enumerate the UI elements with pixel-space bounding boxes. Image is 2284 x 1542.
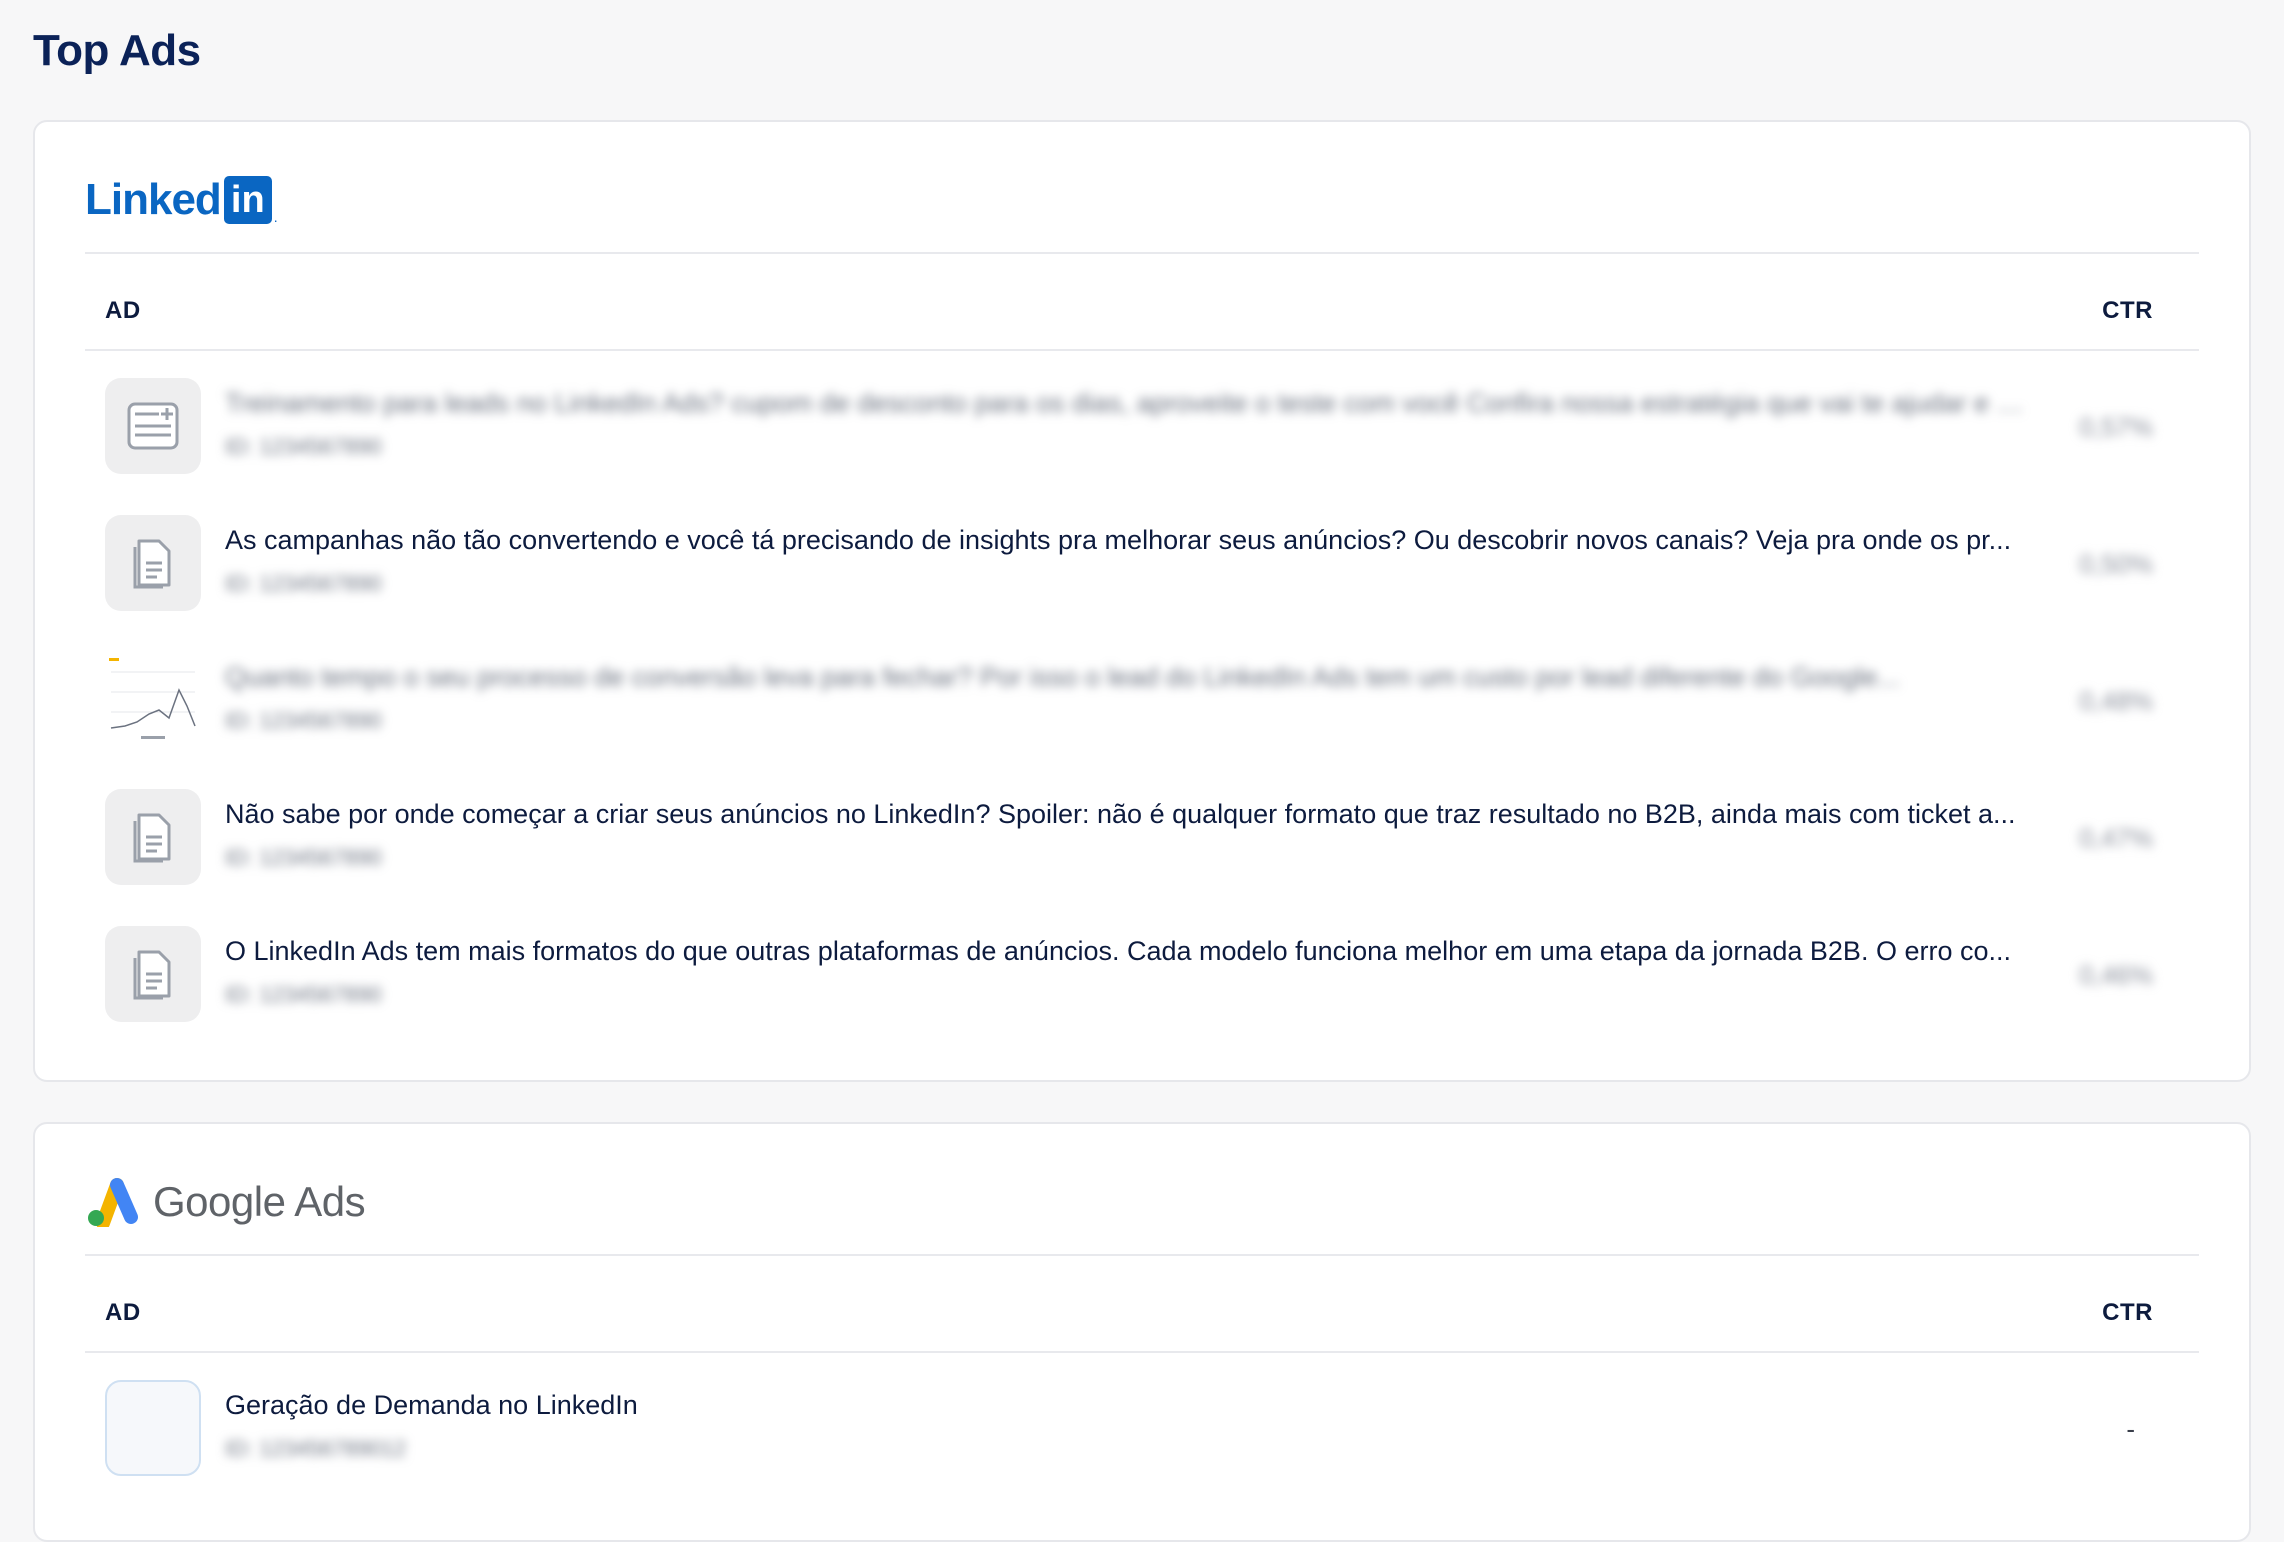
column-header-ctr[interactable]: CTR (2102, 297, 2153, 325)
ad-id: ID: 1234567890 (225, 845, 382, 870)
linkedin-logo: Linked in . (85, 175, 278, 225)
google-ads-card: Google Ads AD CTR Geração de Demanda no … (33, 1122, 2251, 1542)
ctr-value: 0,46% (2079, 960, 2153, 990)
divider (85, 252, 2199, 254)
table-row[interactable]: As campanhas não tão convertendo e você … (105, 505, 2199, 642)
ad-text[interactable]: O LinkedIn Ads tem mais formatos do que … (225, 936, 2035, 967)
chart-image (105, 652, 201, 748)
divider (85, 1351, 2199, 1353)
ad-text[interactable]: Geração de Demanda no LinkedIn (225, 1390, 2035, 1421)
ad-id: ID: 123456789012 (225, 1436, 407, 1461)
divider (85, 1254, 2199, 1256)
document-icon (105, 926, 201, 1022)
ad-id: ID: 1234567890 (225, 708, 382, 733)
document-icon (105, 515, 201, 611)
google-ads-logo: Google Ads (85, 1172, 366, 1232)
ads-table: Treinamento para leads no LinkedIn Ads? … (105, 368, 2199, 1053)
top-ads-page: Top Ads Linked in . AD CTR Treinamento p… (0, 0, 2284, 1542)
ad-text[interactable]: Quanto tempo o seu processo de conversão… (225, 662, 2035, 693)
table-row[interactable]: Quanto tempo o seu processo de conversão… (105, 642, 2199, 779)
ctr-value: 0,48% (2079, 686, 2153, 716)
ctr-value: 0,57% (2079, 412, 2153, 442)
ads-table: Geração de Demanda no LinkedIn ID: 12345… (105, 1370, 2199, 1507)
ad-text[interactable]: Treinamento para leads no LinkedIn Ads? … (225, 388, 2035, 419)
ctr-value: 0,50% (2079, 549, 2153, 579)
column-header-ad[interactable]: AD (105, 1299, 141, 1327)
ad-text[interactable]: As campanhas não tão convertendo e você … (225, 525, 2035, 556)
ctr-value: 0,47% (2079, 823, 2153, 853)
ad-id: ID: 1234567890 (225, 982, 382, 1007)
ad-text[interactable]: Não sabe por onde começar a criar seus a… (225, 799, 2035, 830)
form-icon (105, 378, 201, 474)
table-row[interactable]: Geração de Demanda no LinkedIn ID: 12345… (105, 1370, 2199, 1507)
linkedin-card: Linked in . AD CTR Treinamento para lead… (33, 120, 2251, 1082)
google-ads-icon (88, 1178, 138, 1227)
page-title: Top Ads (33, 26, 201, 75)
column-header-ctr[interactable]: CTR (2102, 1299, 2153, 1327)
divider (85, 349, 2199, 351)
table-row[interactable]: O LinkedIn Ads tem mais formatos do que … (105, 916, 2199, 1053)
ad-thumbnail (105, 1380, 201, 1476)
column-header-ad[interactable]: AD (105, 297, 141, 325)
table-row[interactable]: Treinamento para leads no LinkedIn Ads? … (105, 368, 2199, 505)
ad-id: ID: 1234567890 (225, 434, 382, 459)
ctr-value: - (2126, 1414, 2135, 1444)
document-icon (105, 789, 201, 885)
table-row[interactable]: Não sabe por onde começar a criar seus a… (105, 779, 2199, 916)
ad-id: ID: 1234567890 (225, 571, 382, 596)
